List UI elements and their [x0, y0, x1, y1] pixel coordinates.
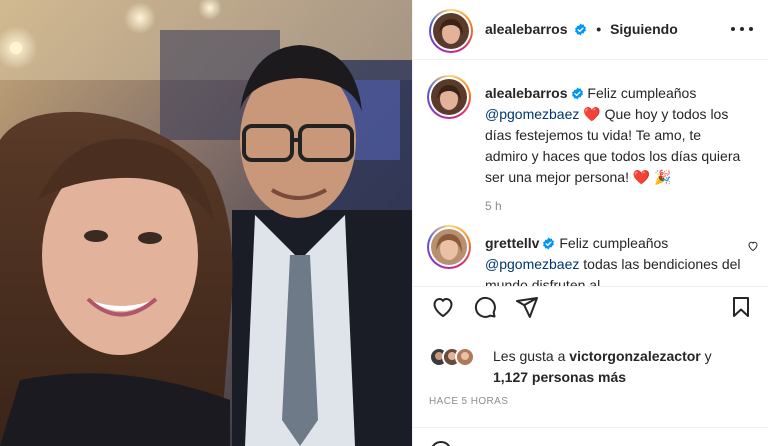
- likes-count[interactable]: 1,127 personas más: [493, 369, 626, 385]
- author-avatar-image: [433, 13, 469, 49]
- party-popper-emoji: 🎉: [654, 169, 672, 185]
- likes-line-2: 1,127 personas más: [493, 369, 626, 385]
- verified-badge-icon: [571, 87, 583, 100]
- red-heart-emoji-2: ❤️: [632, 169, 651, 185]
- share-paper-plane-icon[interactable]: [513, 293, 541, 321]
- posted-time[interactable]: HACE 5 HORAS: [429, 396, 508, 407]
- post-side-panel: alealebarros • Siguiendo alealebarros Fe…: [412, 0, 768, 446]
- save-bookmark-icon[interactable]: [727, 293, 755, 321]
- author-line: alealebarros • Siguiendo: [485, 21, 678, 37]
- comment-mention[interactable]: @pgomezbaez: [485, 256, 579, 272]
- like-comment-heart-icon[interactable]: [747, 240, 759, 252]
- author-username[interactable]: alealebarros: [485, 21, 568, 37]
- verified-badge-icon: [543, 237, 555, 250]
- caption-text: alealebarros Feliz cumpleaños @pgomezbae…: [485, 83, 747, 188]
- red-heart-emoji: ❤️: [583, 106, 601, 122]
- likes-prefix: Les gusta a: [493, 348, 570, 364]
- author-avatar[interactable]: [429, 9, 473, 53]
- liker-avatar[interactable]: [455, 347, 475, 367]
- emoji-smiley-icon[interactable]: [429, 440, 453, 446]
- caption-avatar-image: [431, 79, 467, 115]
- likes-line-1: Les gusta a victorgonzalezactor y: [493, 348, 712, 364]
- comment-text: grettellv Feliz cumpleaños @pgomezbaez t…: [485, 233, 747, 286]
- header-separator: •: [596, 21, 602, 37]
- caption-time[interactable]: 5 h: [485, 199, 502, 213]
- top-liker-username[interactable]: victorgonzalezactor: [569, 348, 700, 364]
- like-heart-icon[interactable]: [429, 293, 457, 321]
- post-header: alealebarros • Siguiendo: [413, 0, 768, 60]
- likes-conjunction: y: [700, 348, 712, 364]
- post-photo[interactable]: [0, 0, 412, 446]
- liker-avatars: [429, 347, 487, 367]
- add-comment-bar: [413, 427, 768, 446]
- commenter-username[interactable]: grettellv: [485, 235, 539, 251]
- comment-bubble-icon[interactable]: [471, 293, 499, 321]
- comment-body-1: Feliz cumpleaños: [555, 235, 669, 251]
- caption-username[interactable]: alealebarros: [485, 85, 568, 101]
- more-options-icon[interactable]: [731, 20, 753, 38]
- commenter-avatar-image: [431, 229, 467, 265]
- comments-list[interactable]: alealebarros Feliz cumpleaños @pgomezbae…: [413, 61, 768, 286]
- verified-badge-icon: [575, 23, 587, 36]
- action-bar: [413, 286, 768, 326]
- caption-avatar[interactable]: [427, 75, 471, 119]
- likes-summary: Les gusta a victorgonzalezactor y 1,127 …: [429, 344, 759, 388]
- following-button[interactable]: Siguiendo: [610, 21, 678, 37]
- caption-body-1: Feliz cumpleaños: [583, 85, 697, 101]
- selfie-image: [0, 0, 412, 446]
- commenter-avatar[interactable]: [427, 225, 471, 269]
- caption-mention[interactable]: @pgomezbaez: [485, 106, 579, 122]
